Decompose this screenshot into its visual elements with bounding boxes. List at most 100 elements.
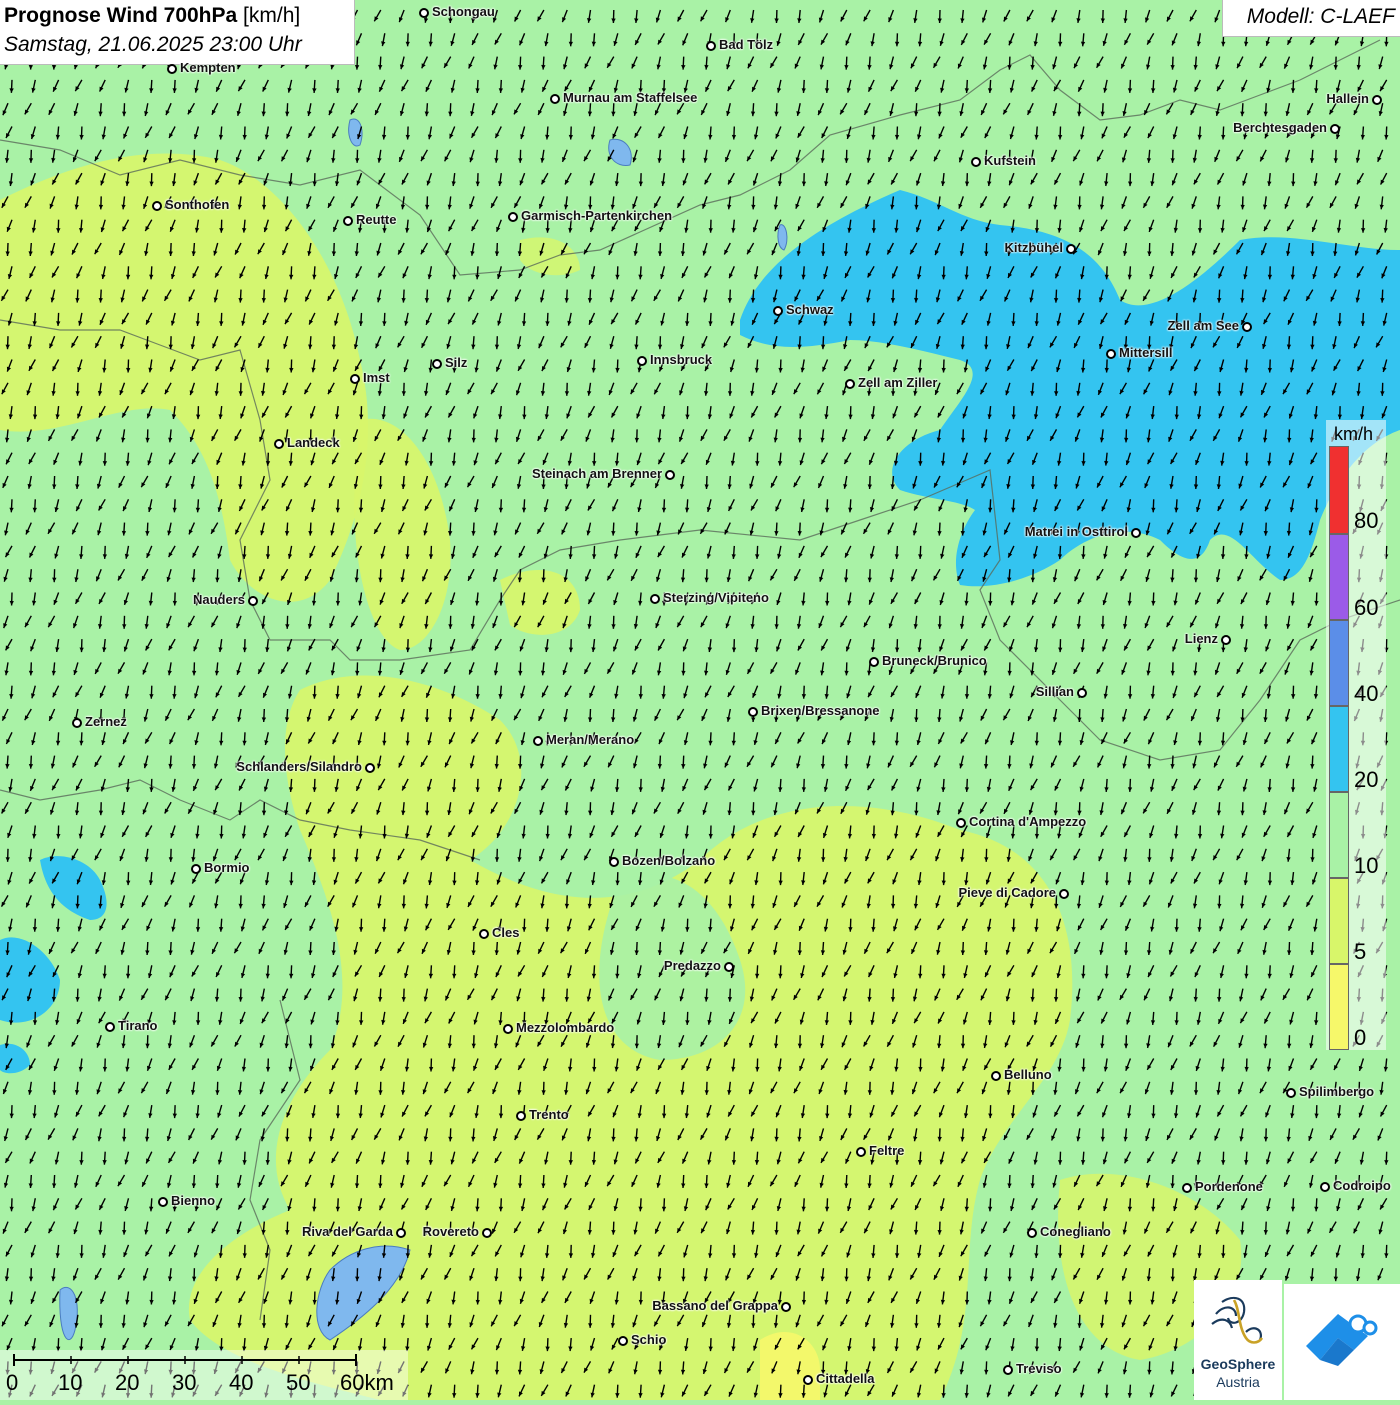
city-marker <box>1131 528 1141 538</box>
geosphere-logo-line1: GeoSphere <box>1194 1356 1282 1372</box>
city-label: Mittersill <box>1119 345 1172 360</box>
city-marker <box>845 379 855 389</box>
forecast-datetime: Samstag, 21.06.2025 23:00 Uhr <box>4 33 302 57</box>
city-label: Feltre <box>869 1143 904 1158</box>
city-marker <box>533 736 543 746</box>
city-marker <box>773 306 783 316</box>
city-label: Zernez <box>85 714 127 729</box>
city-marker <box>991 1071 1001 1081</box>
city-label: Reutte <box>356 212 396 227</box>
scale-bar: 0 10 20 30 40 50 60km <box>0 1350 408 1400</box>
city-marker <box>803 1375 813 1385</box>
city-label: Matrei in Osttirol <box>1025 524 1128 539</box>
city-label: Schlanders/Silandro <box>236 759 362 774</box>
city-label: Bad Tölz <box>719 37 773 52</box>
map-title: Prognose Wind 700hPa [km/h] <box>4 4 300 28</box>
geosphere-logo[interactable]: GeoSphere Austria <box>1194 1280 1282 1400</box>
city-marker <box>1027 1228 1037 1238</box>
city-label: Meran/Merano <box>546 732 634 747</box>
wind-app-logo[interactable] <box>1284 1284 1400 1400</box>
city-label: Trento <box>529 1107 569 1122</box>
wind-app-logo-icon <box>1284 1284 1400 1400</box>
city-label: Innsbruck <box>650 352 712 367</box>
scale-label-10: 10 <box>58 1370 82 1396</box>
city-label: Cles <box>492 925 519 940</box>
scale-bar-line <box>0 1352 408 1372</box>
city-marker <box>419 8 429 18</box>
city-label: Lienz <box>1185 631 1218 646</box>
legend-tick-0: 0 <box>1354 1025 1366 1051</box>
legend-tick-10: 10 <box>1354 853 1378 879</box>
legend-band-40-60 <box>1329 620 1349 706</box>
scale-label-0: 0 <box>6 1370 18 1396</box>
city-label: Riva del Garda <box>302 1224 393 1239</box>
scale-label-40: 40 <box>229 1370 253 1396</box>
city-marker <box>856 1147 866 1157</box>
legend-band-10-20 <box>1329 792 1349 878</box>
city-label: Treviso <box>1016 1361 1062 1376</box>
legend-band-0-5 <box>1329 964 1349 1050</box>
city-marker <box>781 1302 791 1312</box>
city-marker <box>1221 635 1231 645</box>
city-label: Landeck <box>287 435 340 450</box>
city-marker <box>618 1336 628 1346</box>
city-marker <box>503 1024 513 1034</box>
legend-tick-60: 60 <box>1354 595 1378 621</box>
city-label: Berchtesgaden <box>1233 120 1327 135</box>
city-label: Garmisch-Partenkirchen <box>521 208 672 223</box>
city-marker <box>1059 889 1069 899</box>
city-marker <box>706 41 716 51</box>
city-marker <box>167 64 177 74</box>
city-label: Cittadella <box>816 1371 875 1386</box>
city-marker <box>637 356 647 366</box>
legend-band-5-10 <box>1329 878 1349 964</box>
city-label: Sillian <box>1036 684 1074 699</box>
city-label: Bassano del Grappa <box>652 1298 778 1313</box>
legend-tick-20: 20 <box>1354 767 1378 793</box>
city-marker <box>508 212 518 222</box>
city-marker <box>1003 1365 1013 1375</box>
city-marker <box>869 657 879 667</box>
city-label: Schio <box>631 1332 666 1347</box>
city-label: Spilimbergo <box>1299 1084 1374 1099</box>
city-marker <box>1066 244 1076 254</box>
city-marker <box>158 1197 168 1207</box>
city-marker <box>482 1228 492 1238</box>
city-label: Codroipo <box>1333 1178 1391 1193</box>
city-marker <box>350 374 360 384</box>
city-marker <box>1372 95 1382 105</box>
city-marker <box>105 1022 115 1032</box>
city-marker <box>724 962 734 972</box>
city-label: Kempten <box>180 60 236 75</box>
city-label: Bormio <box>204 860 250 875</box>
city-label: Zell am Ziller <box>858 375 937 390</box>
city-marker <box>479 929 489 939</box>
city-label: Zell am See <box>1167 318 1239 333</box>
legend-tick-5: 5 <box>1354 939 1366 965</box>
city-marker <box>191 864 201 874</box>
city-label: Hallein <box>1326 91 1369 106</box>
model-label-box: Modell: C-LAEF <box>1222 0 1400 37</box>
city-marker <box>396 1228 406 1238</box>
city-marker <box>1182 1183 1192 1193</box>
city-label: Steinach am Brenner <box>532 466 662 481</box>
city-marker <box>274 439 284 449</box>
geosphere-logo-line2: Austria <box>1194 1374 1282 1390</box>
scale-label-60km: 60km <box>340 1370 394 1396</box>
city-marker <box>1320 1182 1330 1192</box>
city-label: Imst <box>363 370 390 385</box>
scale-label-50: 50 <box>286 1370 310 1396</box>
legend-band-80-plus <box>1329 446 1349 534</box>
city-label: Kufstein <box>984 153 1036 168</box>
legend-band-20-40 <box>1329 706 1349 792</box>
city-marker <box>956 818 966 828</box>
city-label: Belluno <box>1004 1067 1052 1082</box>
legend-band-60-80 <box>1329 534 1349 620</box>
city-marker <box>1330 124 1340 134</box>
city-label: Kitzbühel <box>1005 240 1064 255</box>
city-label: Sterzing/Vipiteno <box>663 590 769 605</box>
city-label: Brixen/Bressanone <box>761 703 880 718</box>
city-marker <box>72 718 82 728</box>
city-marker <box>365 763 375 773</box>
city-label: Schongau <box>432 4 495 19</box>
